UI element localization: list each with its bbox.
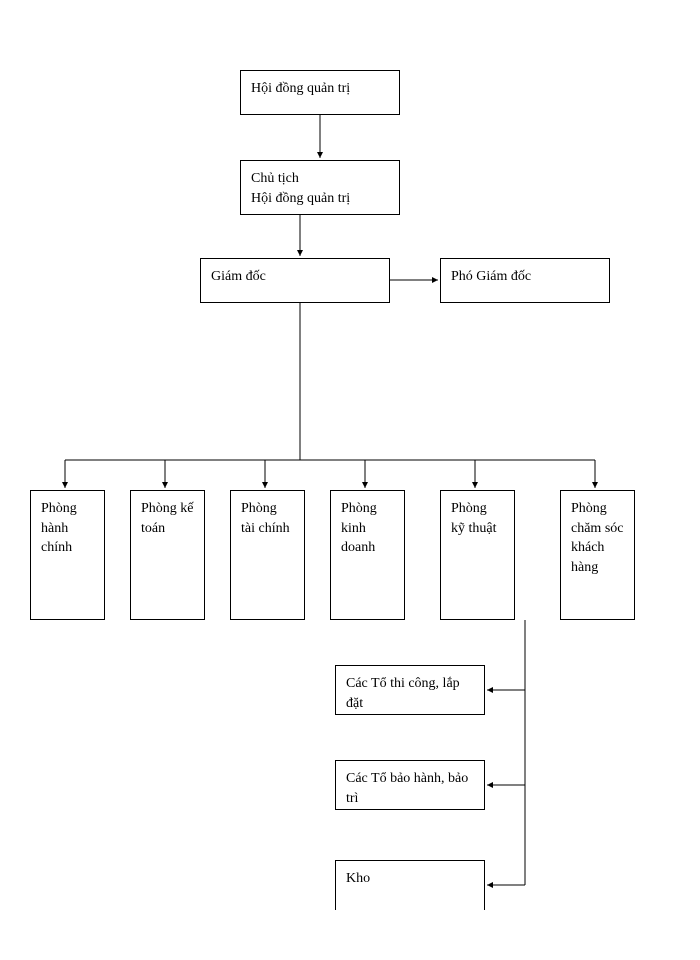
node-dept-accounting: Phòng kế toán: [130, 490, 205, 620]
node-team-construction: Các Tổ thi công, lắp đặt: [335, 665, 485, 715]
label-team-construction: Các Tổ thi công, lắp đặt: [346, 676, 460, 711]
connector-arrows: [0, 0, 700, 960]
node-dept-finance: Phòng tài chính: [230, 490, 305, 620]
node-deputy-director: Phó Giám đốc: [440, 258, 610, 303]
node-dept-business: Phòng kinh doanh: [330, 490, 405, 620]
label-chairman-line1: Chủ tịch: [251, 169, 389, 189]
label-dept-technical: Phòng kỹ thuật: [451, 501, 497, 536]
node-dept-admin: Phòng hành chính: [30, 490, 105, 620]
node-director: Giám đốc: [200, 258, 390, 303]
label-deputy-director: Phó Giám đốc: [451, 269, 531, 284]
label-dept-admin: Phòng hành chính: [41, 501, 77, 555]
label-dept-finance: Phòng tài chính: [241, 501, 290, 536]
label-director: Giám đốc: [211, 269, 266, 284]
node-dept-customer-care: Phòng chăm sóc khách hàng: [560, 490, 635, 620]
label-chairman-line2: Hội đồng quản trị: [251, 189, 389, 209]
node-board: Hội đồng quản trị: [240, 70, 400, 115]
label-warehouse: Kho: [346, 871, 370, 886]
label-dept-accounting: Phòng kế toán: [141, 501, 194, 536]
label-team-warranty: Các Tổ bảo hành, bảo trì: [346, 771, 468, 806]
label-board: Hội đồng quản trị: [251, 81, 350, 96]
node-dept-technical: Phòng kỹ thuật: [440, 490, 515, 620]
label-dept-customer-care: Phòng chăm sóc khách hàng: [571, 501, 623, 575]
label-dept-business: Phòng kinh doanh: [341, 501, 377, 555]
node-team-warranty: Các Tổ bảo hành, bảo trì: [335, 760, 485, 810]
node-chairman: Chủ tịch Hội đồng quản trị: [240, 160, 400, 215]
node-warehouse: Kho: [335, 860, 485, 910]
